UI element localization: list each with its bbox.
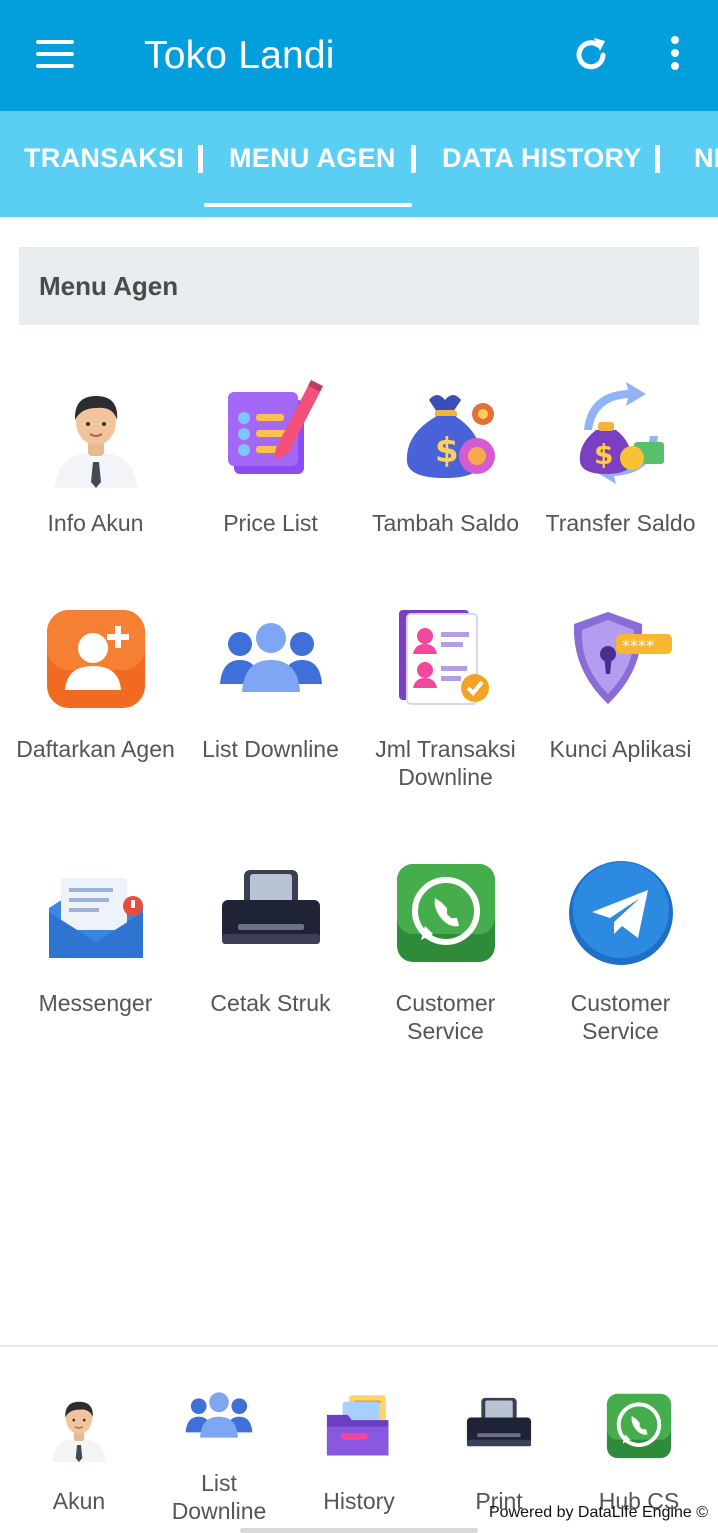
menu-item-label: Daftarkan Agen: [16, 736, 175, 762]
person-icon: [41, 378, 151, 488]
tab-partial[interactable]: NE: [694, 143, 718, 174]
whatsapp-icon: [391, 858, 501, 968]
menu-item-cetak-struk[interactable]: Cetak Struk: [183, 858, 358, 1017]
checklist-icon: [216, 378, 326, 488]
money-transfer-icon: [566, 378, 676, 488]
nav-item-list-downline[interactable]: List Downline: [149, 1380, 289, 1525]
envelope-icon: [41, 858, 151, 968]
menu-item-label: Info Akun: [47, 510, 144, 536]
tab-bar: TRANSAKSI MENU AGEN DATA HISTORY NE: [0, 111, 718, 217]
powered-by-text: Powered by DataLife Engine ©: [488, 1504, 708, 1521]
people-group-icon: [183, 1380, 255, 1452]
menu-item-kunci-aplikasi[interactable]: Kunci Aplikasi: [533, 604, 708, 763]
home-indicator[interactable]: [240, 1528, 478, 1533]
printer-icon: [463, 1390, 535, 1462]
add-user-icon: [41, 604, 151, 714]
menu-item-list-downline[interactable]: List Downline: [183, 604, 358, 763]
telegram-icon: [566, 858, 676, 968]
app-title: Toko Landi: [144, 34, 335, 77]
menu-item-daftarkan-agen[interactable]: Daftarkan Agen: [8, 604, 183, 763]
menu-item-label: Customer Service: [570, 990, 671, 1044]
menu-item-label: Customer Service: [395, 990, 496, 1044]
section-header: Menu Agen: [19, 247, 699, 325]
refresh-icon[interactable]: [572, 36, 610, 74]
nav-item-hub-cs[interactable]: Hub CS: [569, 1390, 709, 1515]
tab-divider: [411, 145, 416, 173]
section-title: Menu Agen: [39, 271, 179, 301]
menu-item-label: Price List: [223, 510, 318, 536]
menu-item-label: Jml Transaksi Downline: [375, 736, 516, 790]
menu-item-jml-transaksi-downline[interactable]: Jml Transaksi Downline: [358, 604, 533, 791]
tab-menu-agen[interactable]: MENU AGEN: [229, 143, 396, 174]
menu-item-label: Tambah Saldo: [371, 510, 520, 536]
person-icon: [43, 1390, 115, 1462]
whatsapp-icon: [603, 1390, 675, 1462]
menu-item-label: Cetak Struk: [210, 990, 331, 1016]
menu-item-transfer-saldo[interactable]: Transfer Saldo: [533, 378, 708, 537]
money-bag-icon: [391, 378, 501, 488]
menu-item-label: Transfer Saldo: [545, 510, 696, 536]
nav-item-print[interactable]: Print: [429, 1390, 569, 1515]
menu-item-tambah-saldo[interactable]: Tambah Saldo: [358, 378, 533, 537]
tab-divider: [655, 145, 660, 173]
tab-data-history[interactable]: DATA HISTORY: [442, 143, 642, 174]
menu-item-label: List Downline: [202, 736, 339, 762]
menu-item-label: Messenger: [38, 990, 153, 1016]
folder-icon: [323, 1390, 395, 1462]
menu-item-label: Kunci Aplikasi: [549, 736, 692, 762]
menu-item-messenger[interactable]: Messenger: [8, 858, 183, 1017]
nav-item-label: History: [323, 1488, 395, 1514]
hamburger-menu-icon[interactable]: [36, 40, 74, 70]
printer-icon: [216, 858, 326, 968]
document-icon: [391, 604, 501, 714]
shield-lock-icon: [566, 604, 676, 714]
nav-item-akun[interactable]: Akun: [9, 1390, 149, 1515]
active-tab-indicator: [204, 203, 412, 207]
menu-item-customer-service-whatsapp[interactable]: Customer Service: [358, 858, 533, 1045]
tab-divider: [198, 145, 203, 173]
tab-transaksi[interactable]: TRANSAKSI: [24, 143, 184, 174]
menu-item-customer-service-telegram[interactable]: Customer Service: [533, 858, 708, 1045]
more-vert-icon[interactable]: [664, 36, 686, 76]
app-bar: Toko Landi: [0, 0, 718, 111]
people-group-icon: [216, 604, 326, 714]
nav-item-history[interactable]: History: [289, 1390, 429, 1515]
menu-item-price-list[interactable]: Price List: [183, 378, 358, 537]
menu-item-info-akun[interactable]: Info Akun: [8, 378, 183, 537]
nav-item-label: Akun: [52, 1488, 106, 1514]
nav-item-label: List Downline: [171, 1470, 267, 1524]
